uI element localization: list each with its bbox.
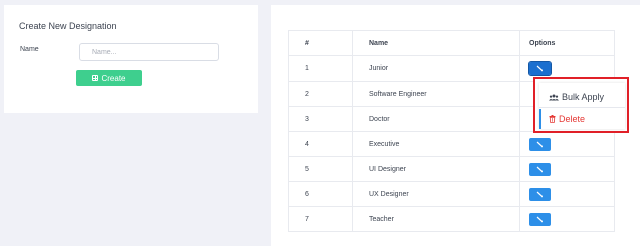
- menu-item-label: Bulk Apply: [562, 92, 605, 102]
- options-dropdown: Bulk Apply Delete: [533, 77, 629, 133]
- table-row: 4 Executive: [288, 131, 615, 157]
- create-designation-card: Create New Designation Name Create: [4, 5, 258, 113]
- name-label: Name: [20, 46, 39, 53]
- menu-item-label: Delete: [559, 114, 586, 124]
- create-button[interactable]: Create: [76, 70, 142, 86]
- column-header-options: Options: [519, 30, 615, 56]
- row-number: 1: [288, 55, 353, 82]
- row-name: Junior: [352, 55, 520, 82]
- table-row: 6 UX Designer: [288, 181, 615, 207]
- options-button[interactable]: [529, 137, 551, 151]
- menu-item-delete[interactable]: Delete: [549, 114, 585, 124]
- column-header-number: #: [288, 30, 353, 56]
- wrench-icon: [536, 216, 543, 222]
- row-name: UI Designer: [352, 156, 520, 182]
- table-row: 7 Teacher: [288, 206, 615, 232]
- wrench-icon: [536, 65, 543, 72]
- row-number: 3: [288, 106, 353, 132]
- users-icon: [549, 94, 559, 100]
- card-title: Create New Designation: [19, 21, 117, 31]
- row-options: [519, 206, 615, 232]
- row-number: 5: [288, 156, 353, 182]
- row-number: 6: [288, 181, 353, 207]
- row-name: UX Designer: [352, 181, 520, 207]
- options-button[interactable]: [528, 61, 552, 76]
- row-options: [519, 181, 615, 207]
- row-name: Software Engineer: [352, 81, 520, 107]
- row-options: [519, 131, 615, 157]
- wrench-icon: [536, 166, 543, 172]
- menu-divider: [539, 107, 625, 108]
- row-name: Teacher: [352, 206, 520, 232]
- trash-icon: [549, 115, 556, 123]
- table-row: 5 UI Designer: [288, 156, 615, 182]
- create-button-label: Create: [101, 73, 126, 83]
- row-number: 7: [288, 206, 353, 232]
- name-input[interactable]: [79, 43, 219, 61]
- menu-active-indicator: [539, 109, 541, 129]
- options-button[interactable]: [529, 212, 551, 226]
- page: Create New Designation Name Create # Nam…: [0, 0, 640, 246]
- column-header-name: Name: [352, 30, 520, 56]
- row-name: Doctor: [352, 106, 520, 132]
- row-name: Executive: [352, 131, 520, 157]
- wrench-icon: [536, 191, 543, 197]
- plus-square-icon: [92, 75, 99, 81]
- row-number: 4: [288, 131, 353, 157]
- table-header-row: # Name Options: [288, 30, 615, 56]
- row-number: 2: [288, 81, 353, 107]
- row-options: [519, 156, 615, 182]
- options-menu: Bulk Apply Delete: [539, 83, 625, 129]
- options-button[interactable]: [529, 162, 551, 176]
- menu-item-bulk-apply[interactable]: Bulk Apply: [549, 92, 604, 102]
- wrench-icon: [536, 141, 543, 147]
- options-button[interactable]: [529, 187, 551, 201]
